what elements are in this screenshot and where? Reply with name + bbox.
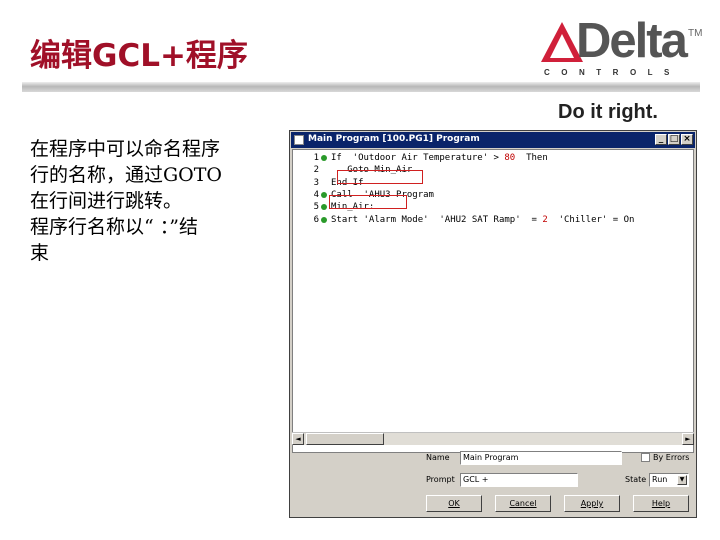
state-label: State — [625, 475, 647, 484]
program-editor-window: Main Program [100.PG1] Program _ □ × 1 If… — [289, 130, 697, 518]
errors-label: By Errors — [653, 453, 690, 462]
close-button[interactable]: × — [681, 134, 693, 145]
cancel-button[interactable]: Cancel — [495, 495, 551, 512]
code-tail: 'Chiller' = On — [547, 214, 635, 225]
line-number: 5 — [313, 202, 319, 213]
ok-button[interactable]: OK — [426, 495, 482, 512]
window-title: Main Program [100.PG1] Program — [308, 134, 480, 144]
chevron-down-icon[interactable]: ▼ — [677, 475, 687, 485]
slide-title: 编辑GCL+程序 — [30, 38, 248, 74]
delta-controls-logo: Delta TM CONTROLS — [540, 14, 703, 84]
minimize-button[interactable]: _ — [655, 134, 667, 145]
line-number: 4 — [313, 189, 319, 200]
code-statement: If 'Outdoor Air Temperature' > — [331, 153, 505, 163]
body-line: 行的名称，通过GOTO — [30, 164, 223, 186]
prompt-field[interactable]: GCL + — [460, 473, 578, 487]
line-number: 3 — [313, 177, 319, 188]
body-line: 在行间进行跳转。 — [30, 190, 183, 212]
breakpoint-dot-icon[interactable] — [321, 204, 327, 211]
logo-wordmark: Delta — [576, 14, 688, 68]
state-select[interactable]: Run ▼ — [649, 473, 689, 487]
breakpoint-dot-icon[interactable] — [321, 191, 327, 198]
code-value: 80 — [504, 153, 516, 163]
window-titlebar[interactable]: Main Program [100.PG1] Program _ □ × — [291, 132, 695, 148]
code-text: If 'Outdoor Air Temperature' > 80 Then — [331, 152, 548, 164]
errors-checkbox[interactable] — [641, 453, 650, 462]
logo-subtitle: CONTROLS — [544, 68, 681, 77]
line-number: 1 — [313, 153, 319, 163]
line-number: 6 — [313, 214, 319, 225]
goto-highlight-box — [337, 170, 423, 184]
horizontal-scrollbar[interactable]: ◄ ► — [292, 432, 694, 445]
scroll-thumb[interactable] — [306, 433, 384, 445]
program-icon — [294, 135, 304, 145]
tagline: Do it right. — [558, 101, 658, 123]
name-field[interactable]: Main Program — [460, 451, 622, 465]
line-number: 2 — [313, 165, 319, 176]
body-line: 在程序中可以命名程序 — [30, 138, 221, 160]
name-label: Name — [426, 453, 450, 462]
label-highlight-box — [329, 195, 407, 209]
title-divider — [22, 82, 700, 92]
breakpoint-dot-icon[interactable] — [321, 216, 327, 223]
body-text: 在程序中可以命名程序 行的名称，通过GOTO 在行间进行跳转。 程序行名称以“ … — [30, 136, 268, 266]
body-line: 程序行名称以“ ：”结 — [30, 216, 198, 238]
maximize-button[interactable]: □ — [668, 134, 680, 145]
apply-button[interactable]: Apply — [564, 495, 620, 512]
scroll-left-icon[interactable]: ◄ — [292, 433, 304, 445]
scroll-right-icon[interactable]: ► — [682, 433, 694, 445]
code-tail: Then — [515, 153, 548, 163]
state-value: Run — [652, 475, 668, 484]
breakpoint-dot-icon[interactable] — [321, 155, 327, 161]
code-text: Start 'Alarm Mode' 'AHU2 SAT Ramp' = 2 '… — [331, 214, 634, 226]
help-button[interactable]: Help — [633, 495, 689, 512]
code-statement: Start 'Alarm Mode' 'AHU2 SAT Ramp' = — [331, 214, 543, 225]
code-editor[interactable]: 1 If 'Outdoor Air Temperature' > 80 Then 2… — [292, 149, 694, 453]
body-line: 束 — [30, 242, 50, 264]
logo-trademark: TM — [688, 28, 703, 39]
prompt-label: Prompt — [426, 475, 455, 484]
